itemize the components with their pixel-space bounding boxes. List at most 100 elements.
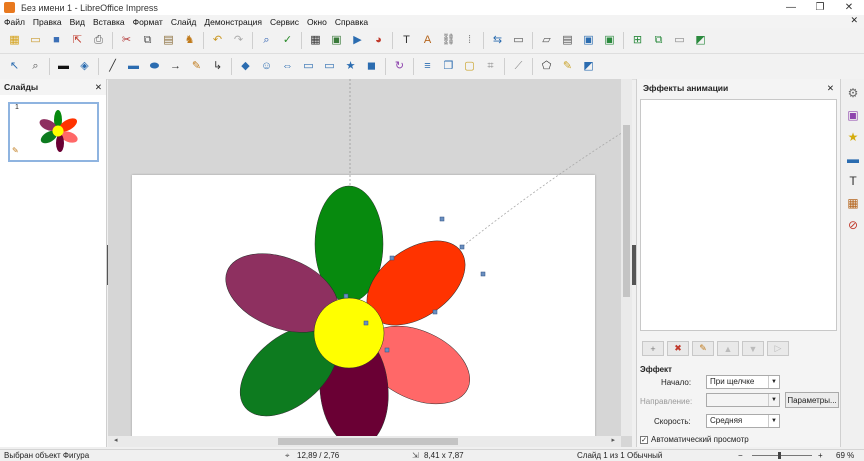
cut-button[interactable]: ✂ (118, 32, 135, 49)
master-slide-button[interactable]: ▭ (510, 32, 527, 49)
arrange-button[interactable]: ❐ (440, 58, 457, 75)
points-button[interactable]: ⬠ (538, 58, 555, 75)
remove-effect-button[interactable]: ✖ (667, 341, 689, 356)
open-button[interactable]: ▭ (27, 32, 44, 49)
minimize-button[interactable]: — (776, 0, 806, 15)
flower-center-yellow[interactable] (313, 297, 385, 369)
duplicate-slide-button[interactable]: ⧉ (650, 32, 667, 49)
autopreview-checkbox[interactable]: ✓ (640, 435, 648, 444)
styles-deck-icon[interactable]: T (845, 173, 861, 189)
menu-slide[interactable]: Слайд (167, 17, 201, 27)
3d-objects-button[interactable]: ◼ (363, 58, 380, 75)
horizontal-scrollbar[interactable]: ◂ ▸ (108, 436, 621, 447)
hyperlink-button[interactable]: ⛓ (440, 32, 457, 49)
menu-insert[interactable]: Вставка (89, 17, 129, 27)
stars-button[interactable]: ★ (342, 58, 359, 75)
table-button[interactable]: ▦ (307, 32, 324, 49)
new-slide-button[interactable]: ⊞ (629, 32, 646, 49)
crop-button[interactable]: ⌗ (482, 58, 499, 75)
media-button[interactable]: ▶ (349, 32, 366, 49)
zoom-out-icon[interactable]: − (738, 451, 743, 460)
menu-tools[interactable]: Сервис (266, 17, 303, 27)
connectors-button[interactable]: ↳ (209, 58, 226, 75)
menu-view[interactable]: Вид (66, 17, 89, 27)
sidebar-close-button[interactable]: ✕ (827, 83, 834, 94)
textbox-button[interactable]: T (398, 32, 415, 49)
move-up-button[interactable]: ▲ (717, 341, 739, 356)
start-select[interactable]: При щелчке ▼ (706, 375, 780, 389)
fontwork-button[interactable]: A (419, 32, 436, 49)
align-button[interactable]: ≡ (419, 58, 436, 75)
redo-button[interactable]: ↷ (230, 32, 247, 49)
close-window-button[interactable]: ✕ (834, 0, 864, 15)
grid-button[interactable]: ⁞ (461, 32, 478, 49)
menu-edit[interactable]: Правка (29, 17, 66, 27)
menu-slideshow[interactable]: Демонстрация (200, 17, 266, 27)
clone-formatting-button[interactable]: ♞ (181, 32, 198, 49)
slide-transition-button[interactable]: ◩ (692, 32, 709, 49)
ellipse-button[interactable]: ⬬ (146, 58, 163, 75)
selection-handle[interactable] (439, 216, 445, 222)
slide-layout-button[interactable]: ▤ (559, 32, 576, 49)
image-button[interactable]: ▣ (328, 32, 345, 49)
print-button[interactable]: ⎙ (90, 32, 107, 49)
zoom-level[interactable]: 69 % (836, 451, 854, 460)
restore-button[interactable]: ❐ (805, 0, 835, 15)
glue-points-button[interactable]: ✎ (559, 58, 576, 75)
menu-file[interactable]: Файл (0, 17, 29, 27)
lines-arrows-button[interactable]: → (167, 58, 184, 75)
curves-button[interactable]: ✎ (188, 58, 205, 75)
slide-workspace[interactable] (108, 79, 632, 447)
filter-button[interactable]: ⟋ (510, 58, 527, 75)
navigator-deck-icon[interactable]: ⊘ (845, 217, 861, 233)
zoom-in-icon[interactable]: + (818, 451, 823, 460)
block-arrows-button[interactable]: ⇔ (279, 58, 296, 75)
menu-window[interactable]: Окно (303, 17, 331, 27)
slide-transition-deck-icon[interactable]: ▣ (845, 107, 861, 123)
add-effect-button[interactable]: + (642, 341, 664, 356)
basic-shapes-button[interactable]: ◆ (237, 58, 254, 75)
horizontal-scroll-thumb[interactable] (278, 438, 458, 445)
selection-handle[interactable] (432, 309, 438, 315)
zoom-pan-button[interactable]: ⌕ (27, 58, 44, 75)
preview-effect-button[interactable]: ▷ (767, 341, 789, 356)
start-current-button[interactable]: ▣ (601, 32, 618, 49)
selection-handle[interactable] (389, 255, 395, 261)
selection-handle[interactable] (363, 320, 369, 326)
symbol-shapes-button[interactable]: ☺ (258, 58, 275, 75)
callouts-button[interactable]: ▭ (321, 58, 338, 75)
delete-slide-button[interactable]: ▭ (671, 32, 688, 49)
slides-pane-close-button[interactable]: ✕ (95, 82, 102, 93)
undo-button[interactable]: ↶ (209, 32, 226, 49)
selection-handle[interactable] (480, 271, 486, 277)
helplines-button[interactable]: ⇆ (489, 32, 506, 49)
spelling-button[interactable]: ✓ (279, 32, 296, 49)
selection-handle[interactable] (384, 347, 390, 353)
save-button[interactable]: ■ (48, 32, 65, 49)
slide-thumbnail[interactable]: 1 ✎ (8, 102, 99, 162)
line-button[interactable]: ╱ (104, 58, 121, 75)
toggle-extrusion-button[interactable]: ◩ (580, 58, 597, 75)
flowchart-button[interactable]: ▭ (300, 58, 317, 75)
zoom-slider[interactable] (752, 455, 812, 456)
selection-handle[interactable] (343, 293, 349, 299)
rotate-button[interactable]: ↻ (391, 58, 408, 75)
new-button[interactable]: ▦ (6, 32, 23, 49)
vertical-scroll-thumb[interactable] (623, 125, 630, 297)
selection-handle[interactable] (459, 244, 465, 250)
menu-format[interactable]: Формат (129, 17, 167, 27)
chart-button[interactable]: ◕ (370, 32, 387, 49)
paste-button[interactable]: ▤ (160, 32, 177, 49)
change-effect-button[interactable]: ✎ (692, 341, 714, 356)
status-master[interactable]: Обычный (627, 451, 662, 460)
export-pdf-button[interactable]: ⇱ (69, 32, 86, 49)
close-document-button[interactable]: ✕ (850, 15, 858, 26)
start-first-button[interactable]: ▣ (580, 32, 597, 49)
move-down-button[interactable]: ▼ (742, 341, 764, 356)
animation-effects-list[interactable] (640, 99, 837, 331)
gallery-deck-icon[interactable]: ▦ (845, 195, 861, 211)
select-button[interactable]: ↖ (6, 58, 23, 75)
parameters-button[interactable]: Параметры... (785, 392, 839, 408)
shadow-button[interactable]: ▢ (461, 58, 478, 75)
scroll-left-icon[interactable]: ◂ (114, 436, 118, 444)
